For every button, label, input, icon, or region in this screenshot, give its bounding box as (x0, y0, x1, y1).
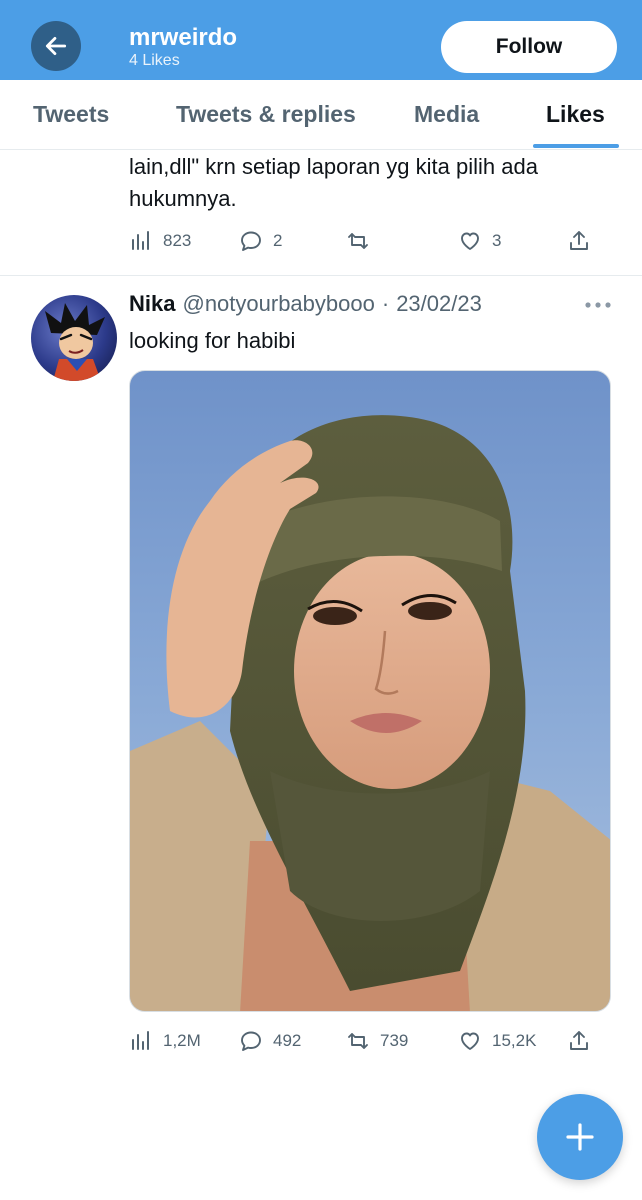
active-tab-indicator (533, 144, 619, 148)
heart-icon (461, 232, 479, 250)
back-button[interactable] (31, 21, 81, 71)
reply-button[interactable]: 2 (239, 226, 282, 256)
profile-header: mrweirdo 4 Likes Follow (0, 0, 642, 80)
author-name[interactable]: Nika (129, 291, 175, 317)
author-handle[interactable]: @notyourbabybooo (182, 291, 374, 317)
previous-tweet-text: lain,dll" krn setiap laporan yg kita pil… (129, 151, 619, 215)
speech-bubble-icon (241, 231, 261, 251)
retweet-button[interactable]: 739 (346, 1026, 408, 1056)
previous-tweet-actions: 823 2 3 (129, 226, 599, 256)
share-button[interactable] (567, 226, 591, 256)
tweet-header: Nika @notyourbabybooo · 23/02/23 (129, 291, 482, 321)
likes-count: 4 Likes (129, 52, 180, 69)
retweet-icon (348, 233, 368, 249)
bar-chart-icon (132, 1031, 149, 1050)
tweet-text: looking for habibi (129, 328, 296, 353)
tweet-photo[interactable] (129, 370, 611, 1012)
tab-likes[interactable]: Likes (546, 80, 605, 150)
meta-separator: · (381, 291, 390, 316)
avatar[interactable] (31, 295, 117, 381)
more-dots-icon[interactable] (583, 298, 613, 312)
tab-tweets-and-replies[interactable]: Tweets & replies (176, 80, 356, 150)
views-button[interactable]: 1,2M (129, 1026, 201, 1056)
photo-image (130, 415, 610, 1011)
plus-icon (566, 1123, 594, 1151)
views-count: 823 (163, 231, 192, 250)
reply-button[interactable]: 492 (239, 1026, 301, 1056)
follow-button[interactable]: Follow (441, 21, 617, 73)
avatar-image (45, 303, 105, 381)
share-icon (570, 1031, 588, 1050)
compose-tweet-button[interactable] (537, 1094, 623, 1180)
tweet-date[interactable]: 23/02/23 (396, 291, 482, 317)
like-button[interactable]: 15,2K (458, 1026, 536, 1056)
like-count: 15,2K (492, 1031, 537, 1050)
tab-tweets[interactable]: Tweets (33, 80, 109, 150)
like-count: 3 (492, 231, 502, 250)
heart-icon (461, 1032, 479, 1050)
reply-count: 2 (273, 231, 283, 250)
reply-count: 492 (273, 1031, 302, 1050)
profile-tabs: Tweets Tweets & replies Media Likes (0, 80, 642, 150)
bar-chart-icon (132, 231, 149, 250)
speech-bubble-icon (241, 1031, 261, 1051)
previous-tweet-line: hukumnya. (129, 186, 237, 211)
share-icon (570, 231, 588, 250)
tweet-divider (0, 275, 642, 276)
like-button[interactable]: 3 (458, 226, 501, 256)
arrow-left-icon (45, 37, 67, 55)
views-button[interactable]: 823 (129, 226, 191, 256)
tab-media[interactable]: Media (414, 80, 479, 150)
retweet-icon (348, 1033, 368, 1049)
share-button[interactable] (567, 1026, 591, 1056)
retweet-button[interactable] (346, 226, 380, 256)
previous-tweet-line: lain,dll" krn setiap laporan yg kita pil… (129, 154, 538, 179)
views-count: 1,2M (163, 1031, 201, 1050)
profile-name: mrweirdo (129, 24, 238, 51)
tweet-actions: 1,2M 492 739 15,2K (129, 1026, 599, 1056)
retweet-count: 739 (380, 1031, 409, 1050)
